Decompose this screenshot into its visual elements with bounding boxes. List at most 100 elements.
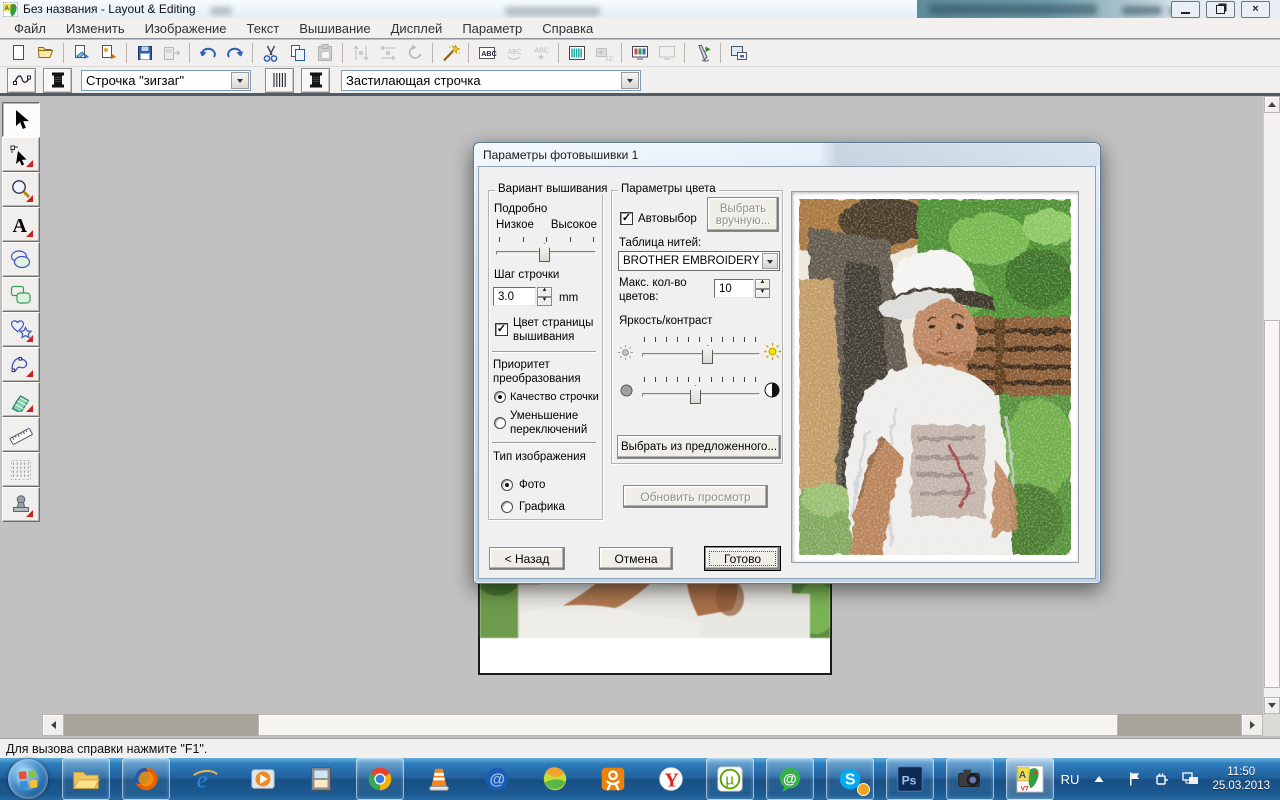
stepper-down[interactable]: ▼ [537,297,552,307]
chevron-down-icon[interactable] [762,253,778,269]
taskbar-item-skype[interactable]: S [826,758,874,800]
auto-select-checkbox[interactable]: ✓ [620,212,633,225]
contrast-slider-track[interactable] [642,393,760,397]
text-arc-icon[interactable]: ABC [500,41,527,65]
restore-button[interactable] [1206,1,1235,18]
image-type-graphic-radio[interactable] [501,501,513,513]
flag-icon[interactable] [1127,771,1142,787]
undo-icon[interactable] [194,41,221,65]
tool-ellipse-shape[interactable] [2,242,40,277]
select-from-candidates-button[interactable]: Выбрать из предложенного... [617,435,781,459]
usb-device-icon[interactable] [1154,771,1170,787]
design-properties-icon[interactable] [626,41,653,65]
tool-zoom[interactable] [2,172,40,207]
menu-image[interactable]: Изображение [135,21,237,36]
sew-simulator-icon[interactable] [689,41,716,65]
vertical-scroll-thumb[interactable] [1264,320,1280,688]
reference-window-icon[interactable] [653,41,680,65]
text-transform-icon[interactable]: ABC [527,41,554,65]
write-card-icon[interactable] [158,41,185,65]
show-hidden-arrow-icon[interactable] [1093,774,1105,784]
save-icon[interactable] [131,41,158,65]
brightness-slider-thumb[interactable] [702,345,713,364]
menu-display[interactable]: Дисплей [381,21,453,36]
magic-wand-icon[interactable] [437,41,464,65]
import-image-icon[interactable] [95,41,122,65]
menu-sew[interactable]: Вышивание [289,21,380,36]
tool-select-cursor[interactable] [2,102,40,137]
stepper-up[interactable]: ▲ [755,279,770,289]
stitch-view-icon[interactable] [563,41,590,65]
image-type-photo-radio[interactable] [501,479,513,491]
menu-text[interactable]: Текст [237,21,290,36]
taskbar-item-media-player[interactable] [240,759,286,799]
taskbar-item-photoshop[interactable]: Ps [886,758,934,800]
tool-point-edit[interactable] [2,137,40,172]
run-pitch-input[interactable]: 3.0 [493,287,536,306]
stitch-count-icon[interactable]: 123 [590,41,617,65]
stepper-down[interactable]: ▼ [755,289,770,299]
run-pitch-stepper[interactable]: ▲▼ [537,287,552,306]
max-colors-stepper[interactable]: ▲▼ [755,279,770,298]
cancel-button[interactable]: Отмена [599,547,673,570]
dialog-titlebar[interactable]: Параметры фотовышивки 1 [474,143,1100,166]
horizontal-scrollbar[interactable] [42,714,1263,736]
app-titlebar[interactable]: A Без названия - Layout & Editing × [0,0,1280,18]
manual-select-button[interactable]: Выбрать вручную... [707,197,779,232]
curve-tool-icon[interactable] [7,68,36,93]
taskbar-item-chrome[interactable] [356,758,404,800]
menu-help[interactable]: Справка [532,21,603,36]
finish-button[interactable]: Готово [705,547,780,570]
close-button[interactable]: × [1241,1,1270,18]
brightness-slider-track[interactable] [642,353,760,357]
tool-freehand-outline[interactable] [2,347,40,382]
contrast-slider-thumb[interactable] [690,385,701,404]
thread-chart-combo[interactable]: BROTHER EMBROIDERY [618,251,780,271]
region-sew-type-combo[interactable]: Застилающая строчка [341,70,641,91]
menu-option[interactable]: Параметр [452,21,532,36]
line-sew-type-combo[interactable]: Строчка "зигзаг" [81,70,251,91]
taskbar-item-sphere-browser[interactable] [532,759,578,799]
priority-quality-radio[interactable] [494,391,506,403]
copy-icon[interactable] [284,41,311,65]
redo-icon[interactable] [221,41,248,65]
clock[interactable]: 11:50 25.03.2013 [1212,765,1270,793]
scroll-right-button[interactable] [1241,714,1263,736]
tool-manual-stitch[interactable] [2,452,40,487]
taskbar-item-camera-app[interactable] [946,758,994,800]
minimize-button[interactable] [1171,1,1200,18]
menu-file[interactable]: Файл [4,21,56,36]
taskbar-item-explorer[interactable] [62,758,110,800]
tool-outline-shapes[interactable] [2,312,40,347]
cut-icon[interactable] [257,41,284,65]
line-thread-spool-icon[interactable] [43,68,72,93]
open-folder-icon[interactable] [32,41,59,65]
scroll-up-button[interactable] [1264,96,1280,113]
language-indicator[interactable]: RU [1061,772,1080,787]
horizontal-scroll-thumb[interactable] [258,714,1118,736]
flip-horizontal-icon[interactable] [374,41,401,65]
max-colors-input[interactable]: 10 [714,279,754,298]
taskbar-item-firefox[interactable] [122,758,170,800]
taskbar-item-vlc[interactable] [416,759,462,799]
taskbar-item-odnoklassniki[interactable] [590,759,636,799]
taskbar-item-internet-explorer[interactable]: e [182,759,228,799]
chevron-down-icon[interactable] [621,72,639,89]
start-button[interactable] [8,759,48,799]
new-document-icon[interactable] [5,41,32,65]
taskbar-item-movie-maker[interactable] [298,759,344,799]
scroll-down-button[interactable] [1264,697,1280,714]
chevron-down-icon[interactable] [231,72,249,89]
region-thread-spool-icon[interactable] [301,68,330,93]
tool-stamp[interactable] [2,487,40,522]
menu-edit[interactable]: Изменить [56,21,135,36]
network-icon[interactable] [1182,771,1200,787]
detail-slider-thumb[interactable] [539,243,550,262]
stepper-up[interactable]: ▲ [537,287,552,297]
update-preview-button[interactable]: Обновить просмотр [623,485,768,508]
taskbar-item-utorrent[interactable]: µ [706,758,754,800]
taskbar-item-yandex[interactable]: Y [648,759,694,799]
priority-jump-radio[interactable] [494,417,506,429]
back-button[interactable]: < Назад [489,547,565,570]
taskbar-item-mailru[interactable]: @ [474,759,520,799]
